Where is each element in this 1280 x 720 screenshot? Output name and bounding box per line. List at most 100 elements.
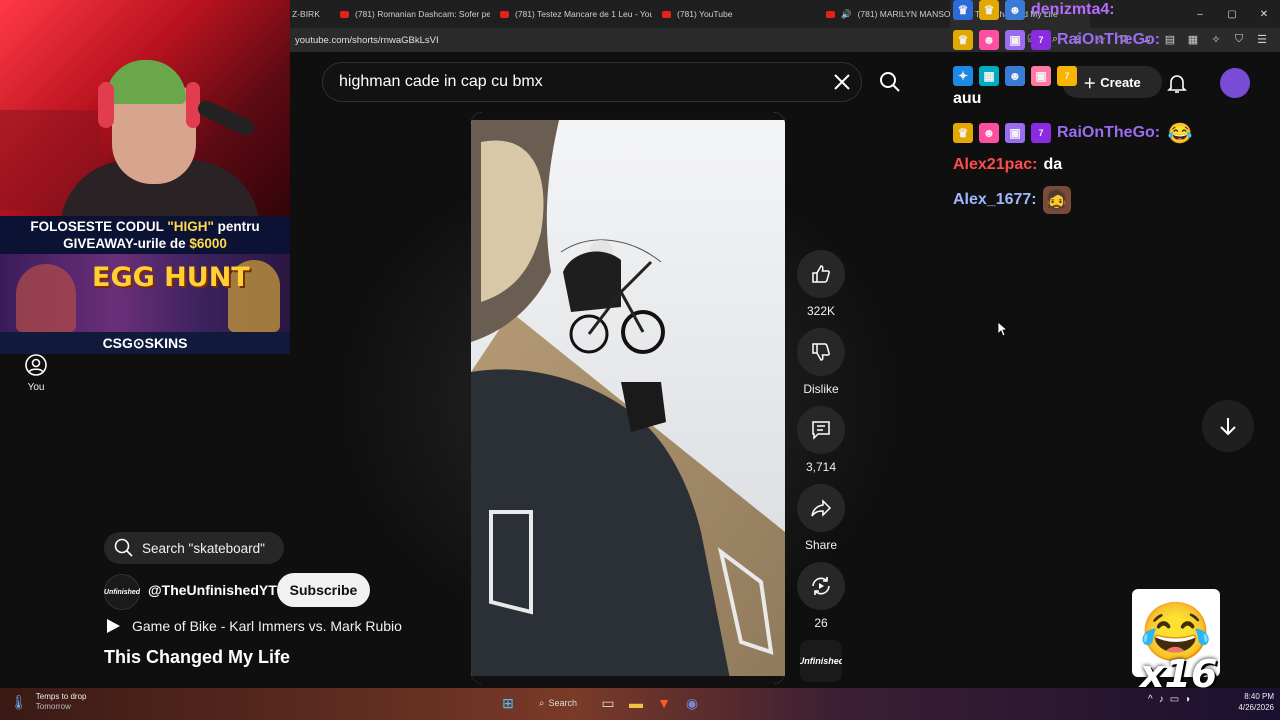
clock[interactable]: 8:40 PM 4/26/2026 <box>1224 691 1274 713</box>
youtube-icon <box>826 10 835 18</box>
sidebar-item-you[interactable]: You <box>16 382 56 393</box>
search-input[interactable]: highman cade in cap cu bmx <box>322 62 862 102</box>
microphone <box>195 98 257 138</box>
sub-badge-icon: 7 <box>1031 123 1051 143</box>
browser-tab[interactable]: (781) Romanian Dashcam: Sofer pe c <box>330 0 490 28</box>
chat-text: da <box>1043 156 1063 173</box>
notifications-bell-icon[interactable] <box>1166 72 1188 94</box>
suggested-search-pill[interactable]: Search "skateboard" <box>104 532 284 564</box>
music-link[interactable]: Game of Bike - Karl Immers vs. Mark Rubi… <box>104 617 402 635</box>
comment-icon <box>812 421 830 440</box>
remix-button[interactable] <box>797 562 845 610</box>
browser-tab-bar: Z-BIRK (781) Romanian Dashcam: Sofer pe … <box>290 0 1280 28</box>
share-label: Share <box>804 538 838 552</box>
youtube-icon <box>500 10 509 18</box>
close-icon <box>834 74 850 90</box>
remix-icon <box>812 577 830 595</box>
like-button[interactable] <box>797 250 845 298</box>
battery-icon[interactable]: ▭ <box>1170 694 1179 705</box>
share-arrow-icon <box>811 499 832 517</box>
close-window-button[interactable]: ✕ <box>1248 0 1280 28</box>
sub-badge-icon: 7 <box>1031 30 1051 50</box>
chat-badges-row: ✦ ▦ ☻ ▣ 7 <box>953 66 1077 86</box>
taskbar-search[interactable]: ⌕ Search <box>526 692 590 714</box>
chat-message: ♛ ♛ ☻ denizmta4: <box>953 0 1115 20</box>
egg-hunt-banner: EGG HUNT <box>0 254 290 332</box>
chat-message: auu <box>953 90 981 108</box>
url-text: youtube.com/shorts/rnwaGBkLsVI <box>295 34 439 46</box>
chat-username: Alex_1677: <box>953 191 1037 208</box>
chat-message: ♛ ☻ ▣ 7 RaiOnTheGo: 😂 <box>953 119 1194 147</box>
search-icon: ⌕ <box>538 697 545 709</box>
brave-browser-icon[interactable]: ▼ <box>654 692 674 714</box>
account-avatar[interactable] <box>1220 68 1250 98</box>
thermometer-icon: 🌡 <box>10 693 28 710</box>
crown-badge-icon: ♛ <box>953 30 973 50</box>
file-explorer-icon[interactable]: ▬ <box>626 692 646 714</box>
chat-username: Alex21pac: <box>953 156 1038 173</box>
window-controls: – ▢ ✕ <box>1184 0 1280 28</box>
plus-icon: ＋ <box>1083 75 1097 91</box>
create-button[interactable]: ＋ Create <box>1062 66 1162 98</box>
thumbs-down-icon <box>812 343 830 361</box>
remix-count: 26 <box>814 616 828 630</box>
browser-tab[interactable]: Z-BIRK <box>290 0 330 28</box>
weather-widget[interactable]: 🌡 Temps to drop Tomorrow <box>10 692 86 712</box>
comments-button[interactable] <box>797 406 845 454</box>
menu-icon[interactable]: ☰ <box>1254 31 1270 47</box>
you-icon[interactable] <box>24 353 48 377</box>
task-view-icon[interactable]: ▭ <box>598 692 618 714</box>
clear-search-button[interactable] <box>830 70 854 94</box>
share-button[interactable] <box>797 484 845 532</box>
shield-icon[interactable]: ⛉ <box>1231 31 1247 47</box>
sub-badge-icon: 7 <box>1057 66 1077 86</box>
mascot-badge-icon: ☻ <box>979 123 999 143</box>
next-video-button[interactable] <box>1202 400 1254 452</box>
character-figure <box>16 264 76 332</box>
browser-tab[interactable]: (781) Testez Mancare de 1 Leu - You <box>490 0 652 28</box>
gift-badge-icon: ▣ <box>1031 66 1051 86</box>
sponsor-logo: CSG⊙SKINS <box>0 332 290 354</box>
search-icon <box>880 72 900 92</box>
chat-username: denizmta4: <box>1031 1 1115 18</box>
browser-tab[interactable]: 🔊(781) MARILYN MANSON - Th <box>816 0 950 28</box>
sidebar-icon[interactable]: ▤ <box>1162 31 1178 47</box>
gift-badge-icon: ▣ <box>1005 123 1025 143</box>
discord-icon[interactable]: ◉ <box>682 692 702 714</box>
streamer-webcam <box>0 0 290 216</box>
subscribe-button[interactable]: Subscribe <box>277 573 370 607</box>
minimize-button[interactable]: – <box>1184 0 1216 28</box>
wallet-icon[interactable]: ▦ <box>1185 31 1201 47</box>
short-video-player[interactable] <box>471 112 785 684</box>
streamer-cap <box>106 60 186 104</box>
dislike-button[interactable] <box>797 328 845 376</box>
comment-count: 3,714 <box>805 460 837 474</box>
headphones <box>98 82 114 128</box>
mascot-badge-icon: ☻ <box>979 30 999 50</box>
video-title: This Changed My Life <box>104 647 291 667</box>
maximize-button[interactable]: ▢ <box>1216 0 1248 28</box>
search-button[interactable] <box>866 62 914 102</box>
dislike-label: Dislike <box>803 382 839 396</box>
egg-hunt-title: EGG HUNT <box>92 262 250 293</box>
audio-icon: 🔊 <box>841 8 852 19</box>
browser-tab[interactable]: (781) YouTube <box>652 0 816 28</box>
video-frame <box>471 112 785 684</box>
channel-mini-avatar[interactable]: Unfinished <box>800 640 842 682</box>
chat-text: auu <box>953 90 982 107</box>
channel-avatar[interactable]: Unfinished <box>104 574 140 610</box>
arrow-down-icon <box>1220 418 1236 436</box>
channel-handle[interactable]: @TheUnfinishedYT <box>148 582 277 598</box>
speaker-icon[interactable]: ♪ <box>1159 694 1164 705</box>
chat-message: Alex_1677: 🧔 <box>953 186 1071 214</box>
chevron-up-icon[interactable]: ^ <box>1148 694 1153 705</box>
leo-icon[interactable]: ✧ <box>1208 31 1224 47</box>
start-windows-icon[interactable]: ⊞ <box>498 692 518 714</box>
laughing-emote-icon: 😂 <box>1167 122 1193 145</box>
giveaway-banner: FOLOSESTE CODUL "HIGH" pentru GIVEAWAY-u… <box>0 216 290 254</box>
system-tray: ^ ♪ ▭ ◗ <box>1148 694 1191 705</box>
volume-icon[interactable]: ◗ <box>1185 694 1191 705</box>
thumbs-up-icon <box>812 265 830 283</box>
chat-username: RaiOnTheGo: <box>1057 31 1161 48</box>
crown-badge-icon: ♛ <box>953 0 973 20</box>
